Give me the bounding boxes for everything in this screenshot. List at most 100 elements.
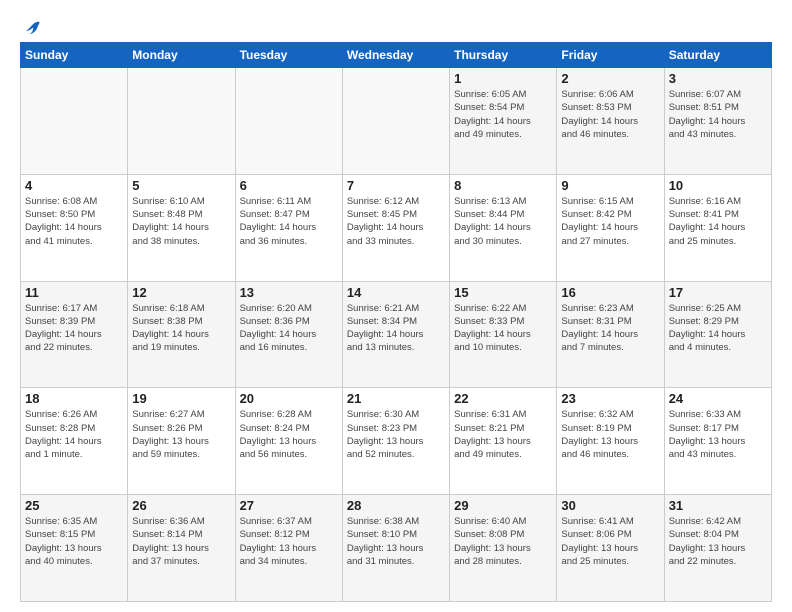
calendar-day-cell: 21 Sunrise: 6:30 AM Sunset: 8:23 PM Dayli… (342, 388, 449, 495)
day-number: 21 (347, 391, 445, 406)
calendar-day-cell: 13 Sunrise: 6:20 AM Sunset: 8:36 PM Dayli… (235, 281, 342, 388)
calendar-day-cell: 3Sunrise: 6:07 AM Sunset: 8:51 PM Daylig… (664, 68, 771, 175)
day-info: Sunrise: 6:08 AM Sunset: 8:50 PM Dayligh… (25, 195, 123, 248)
day-number: 27 (240, 498, 338, 513)
day-info: Sunrise: 6:13 AM Sunset: 8:44 PM Dayligh… (454, 195, 552, 248)
calendar-day-header: Sunday (21, 43, 128, 68)
calendar-day-cell: 30 Sunrise: 6:41 AM Sunset: 8:06 PM Dayli… (557, 495, 664, 602)
day-info: Sunrise: 6:25 AM Sunset: 8:29 PM Dayligh… (669, 302, 767, 355)
day-info: Sunrise: 6:27 AM Sunset: 8:26 PM Dayligh… (132, 408, 230, 461)
day-number: 24 (669, 391, 767, 406)
calendar-week-row: 4 Sunrise: 6:08 AM Sunset: 8:50 PM Daylig… (21, 174, 772, 281)
calendar-day-cell: 1 Sunrise: 6:05 AM Sunset: 8:54 PM Daylig… (450, 68, 557, 175)
day-info: Sunrise: 6:37 AM Sunset: 8:12 PM Dayligh… (240, 515, 338, 568)
calendar-day-cell: 28 Sunrise: 6:38 AM Sunset: 8:10 PM Dayli… (342, 495, 449, 602)
day-number: 20 (240, 391, 338, 406)
calendar-day-header: Thursday (450, 43, 557, 68)
day-number: 7 (347, 178, 445, 193)
day-info: Sunrise: 6:30 AM Sunset: 8:23 PM Dayligh… (347, 408, 445, 461)
calendar-day-cell (21, 68, 128, 175)
calendar-day-cell: 29 Sunrise: 6:40 AM Sunset: 8:08 PM Dayli… (450, 495, 557, 602)
day-info: Sunrise: 6:35 AM Sunset: 8:15 PM Dayligh… (25, 515, 123, 568)
calendar-day-cell: 26 Sunrise: 6:36 AM Sunset: 8:14 PM Dayli… (128, 495, 235, 602)
day-number: 1 (454, 71, 552, 86)
calendar-week-row: 11 Sunrise: 6:17 AM Sunset: 8:39 PM Dayli… (21, 281, 772, 388)
day-number: 25 (25, 498, 123, 513)
day-number: 9 (561, 178, 659, 193)
day-info: Sunrise: 6:15 AM Sunset: 8:42 PM Dayligh… (561, 195, 659, 248)
calendar-day-cell: 5 Sunrise: 6:10 AM Sunset: 8:48 PM Daylig… (128, 174, 235, 281)
calendar-week-row: 18Sunrise: 6:26 AM Sunset: 8:28 PM Dayli… (21, 388, 772, 495)
day-info: Sunrise: 6:21 AM Sunset: 8:34 PM Dayligh… (347, 302, 445, 355)
day-info: Sunrise: 6:20 AM Sunset: 8:36 PM Dayligh… (240, 302, 338, 355)
day-number: 10 (669, 178, 767, 193)
day-number: 22 (454, 391, 552, 406)
calendar-day-header: Monday (128, 43, 235, 68)
calendar-day-cell: 31 Sunrise: 6:42 AM Sunset: 8:04 PM Dayli… (664, 495, 771, 602)
logo (20, 16, 42, 36)
calendar-day-cell: 23Sunrise: 6:32 AM Sunset: 8:19 PM Dayli… (557, 388, 664, 495)
day-number: 17 (669, 285, 767, 300)
day-info: Sunrise: 6:11 AM Sunset: 8:47 PM Dayligh… (240, 195, 338, 248)
day-info: Sunrise: 6:22 AM Sunset: 8:33 PM Dayligh… (454, 302, 552, 355)
calendar-day-cell: 16 Sunrise: 6:23 AM Sunset: 8:31 PM Dayli… (557, 281, 664, 388)
day-number: 19 (132, 391, 230, 406)
day-number: 16 (561, 285, 659, 300)
day-info: Sunrise: 6:40 AM Sunset: 8:08 PM Dayligh… (454, 515, 552, 568)
day-number: 3 (669, 71, 767, 86)
calendar-day-cell: 7 Sunrise: 6:12 AM Sunset: 8:45 PM Daylig… (342, 174, 449, 281)
calendar-day-cell: 12Sunrise: 6:18 AM Sunset: 8:38 PM Dayli… (128, 281, 235, 388)
calendar-header-row: SundayMondayTuesdayWednesdayThursdayFrid… (21, 43, 772, 68)
day-info: Sunrise: 6:06 AM Sunset: 8:53 PM Dayligh… (561, 88, 659, 141)
calendar-day-cell: 4 Sunrise: 6:08 AM Sunset: 8:50 PM Daylig… (21, 174, 128, 281)
calendar-week-row: 1 Sunrise: 6:05 AM Sunset: 8:54 PM Daylig… (21, 68, 772, 175)
calendar-day-header: Tuesday (235, 43, 342, 68)
calendar-day-cell: 14 Sunrise: 6:21 AM Sunset: 8:34 PM Dayli… (342, 281, 449, 388)
day-info: Sunrise: 6:38 AM Sunset: 8:10 PM Dayligh… (347, 515, 445, 568)
header (20, 16, 772, 36)
calendar-day-header: Saturday (664, 43, 771, 68)
calendar-day-cell: 10 Sunrise: 6:16 AM Sunset: 8:41 PM Dayli… (664, 174, 771, 281)
day-info: Sunrise: 6:23 AM Sunset: 8:31 PM Dayligh… (561, 302, 659, 355)
calendar-day-cell: 27 Sunrise: 6:37 AM Sunset: 8:12 PM Dayli… (235, 495, 342, 602)
day-info: Sunrise: 6:05 AM Sunset: 8:54 PM Dayligh… (454, 88, 552, 141)
day-info: Sunrise: 6:12 AM Sunset: 8:45 PM Dayligh… (347, 195, 445, 248)
day-info: Sunrise: 6:32 AM Sunset: 8:19 PM Dayligh… (561, 408, 659, 461)
day-number: 31 (669, 498, 767, 513)
day-number: 5 (132, 178, 230, 193)
day-number: 6 (240, 178, 338, 193)
day-info: Sunrise: 6:17 AM Sunset: 8:39 PM Dayligh… (25, 302, 123, 355)
calendar-day-cell: 20Sunrise: 6:28 AM Sunset: 8:24 PM Dayli… (235, 388, 342, 495)
calendar-day-cell: 25 Sunrise: 6:35 AM Sunset: 8:15 PM Dayli… (21, 495, 128, 602)
day-number: 18 (25, 391, 123, 406)
day-info: Sunrise: 6:31 AM Sunset: 8:21 PM Dayligh… (454, 408, 552, 461)
day-info: Sunrise: 6:10 AM Sunset: 8:48 PM Dayligh… (132, 195, 230, 248)
calendar-day-cell (128, 68, 235, 175)
calendar-week-row: 25 Sunrise: 6:35 AM Sunset: 8:15 PM Dayli… (21, 495, 772, 602)
calendar-table: SundayMondayTuesdayWednesdayThursdayFrid… (20, 42, 772, 602)
day-info: Sunrise: 6:42 AM Sunset: 8:04 PM Dayligh… (669, 515, 767, 568)
day-number: 28 (347, 498, 445, 513)
calendar-day-cell: 22 Sunrise: 6:31 AM Sunset: 8:21 PM Dayli… (450, 388, 557, 495)
day-info: Sunrise: 6:41 AM Sunset: 8:06 PM Dayligh… (561, 515, 659, 568)
day-number: 14 (347, 285, 445, 300)
calendar-day-cell: 18Sunrise: 6:26 AM Sunset: 8:28 PM Dayli… (21, 388, 128, 495)
day-info: Sunrise: 6:16 AM Sunset: 8:41 PM Dayligh… (669, 195, 767, 248)
day-number: 11 (25, 285, 123, 300)
calendar-day-cell: 9 Sunrise: 6:15 AM Sunset: 8:42 PM Daylig… (557, 174, 664, 281)
day-number: 29 (454, 498, 552, 513)
logo-bird-icon (22, 16, 42, 36)
calendar-day-cell (342, 68, 449, 175)
day-number: 4 (25, 178, 123, 193)
day-number: 13 (240, 285, 338, 300)
calendar-day-cell: 17 Sunrise: 6:25 AM Sunset: 8:29 PM Dayli… (664, 281, 771, 388)
calendar-day-cell: 8 Sunrise: 6:13 AM Sunset: 8:44 PM Daylig… (450, 174, 557, 281)
calendar-day-cell: 24 Sunrise: 6:33 AM Sunset: 8:17 PM Dayli… (664, 388, 771, 495)
day-info: Sunrise: 6:33 AM Sunset: 8:17 PM Dayligh… (669, 408, 767, 461)
calendar-day-cell (235, 68, 342, 175)
day-info: Sunrise: 6:18 AM Sunset: 8:38 PM Dayligh… (132, 302, 230, 355)
day-info: Sunrise: 6:36 AM Sunset: 8:14 PM Dayligh… (132, 515, 230, 568)
day-number: 30 (561, 498, 659, 513)
day-number: 26 (132, 498, 230, 513)
day-number: 8 (454, 178, 552, 193)
